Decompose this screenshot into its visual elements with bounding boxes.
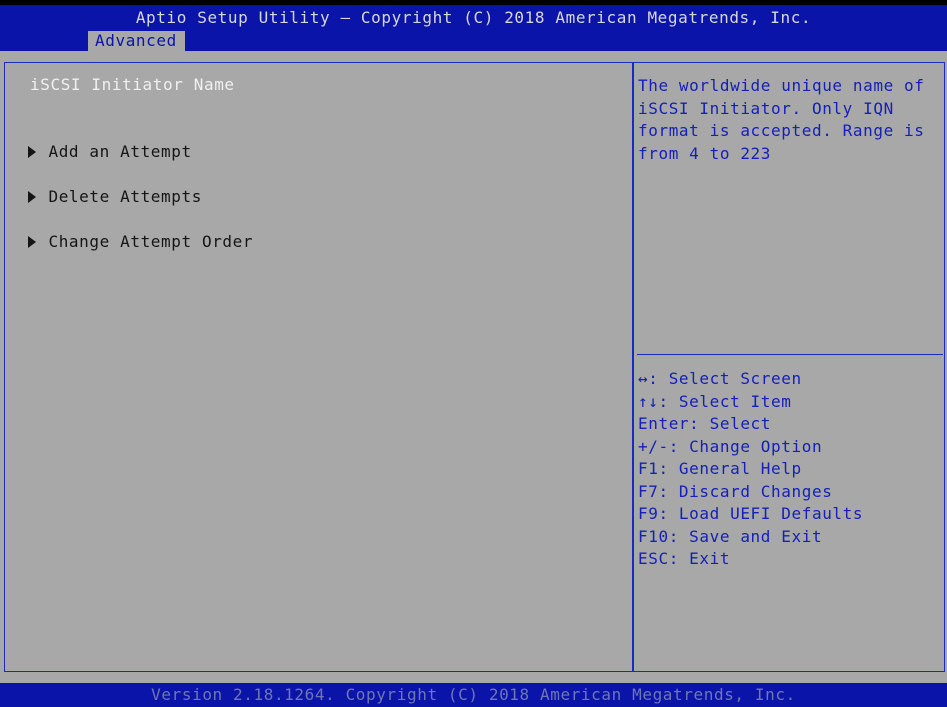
help-description: The worldwide unique name of iSCSI Initi…	[638, 76, 935, 163]
add-attempt-item[interactable]: Add an Attempt	[8, 119, 192, 161]
key-hint: ↑↓: Select Item	[638, 391, 792, 411]
key-hint: Enter: Select	[638, 414, 772, 433]
key-legend: ↔: Select Screen ↑↓: Select Item Enter: …	[638, 368, 938, 571]
key-hint: F10: Save and Exit	[638, 526, 823, 546]
key-hint: F1: General Help	[638, 459, 802, 478]
add-attempt-label: Add an Attempt	[48, 142, 192, 161]
help-divider	[637, 354, 943, 355]
submenu-arrow-icon	[28, 191, 37, 203]
key-hint: ↔: Select Screen	[638, 369, 802, 388]
submenu-arrow-icon	[28, 236, 37, 248]
header-bar: Aptio Setup Utility – Copyright (C) 2018…	[0, 5, 947, 53]
iscsi-initiator-name-item[interactable]: iSCSI Initiator Name	[30, 75, 235, 94]
footer-bar: Version 2.18.1264. Copyright (C) 2018 Am…	[0, 683, 947, 707]
tab-advanced[interactable]: Advanced	[88, 31, 185, 53]
key-hint: F9: Load UEFI Defaults	[638, 504, 864, 523]
delete-attempts-label: Delete Attempts	[48, 187, 202, 206]
version-text: Version 2.18.1264. Copyright (C) 2018 Am…	[151, 685, 796, 704]
panel-divider	[632, 62, 634, 672]
app-title: Aptio Setup Utility – Copyright (C) 2018…	[135, 8, 812, 27]
key-hint: F7: Discard Changes	[638, 481, 833, 501]
submenu-arrow-icon	[28, 146, 37, 158]
change-attempt-order-item[interactable]: Change Attempt Order	[8, 209, 253, 251]
change-attempt-order-label: Change Attempt Order	[48, 232, 254, 251]
key-hint: +/-: Change Option	[638, 436, 823, 456]
key-hint: ESC: Exit	[638, 549, 731, 568]
delete-attempts-item[interactable]: Delete Attempts	[8, 164, 202, 206]
